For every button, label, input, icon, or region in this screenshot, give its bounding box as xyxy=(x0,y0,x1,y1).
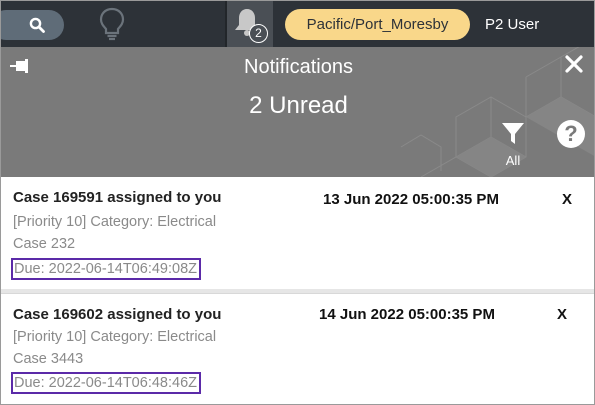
notification-case: Case 232 xyxy=(13,236,76,252)
notifications-header: Notifications 2 Unread All ? xyxy=(1,47,594,177)
notification-title: Case 169591 assigned to you xyxy=(13,189,222,206)
notification-due-date: Due: 2022-06-14T06:49:08Z xyxy=(11,258,201,280)
close-icon[interactable] xyxy=(564,54,584,74)
search-button[interactable] xyxy=(1,10,64,40)
notification-count-badge: 2 xyxy=(249,24,268,43)
unread-count: 2 Unread xyxy=(249,92,348,119)
user-menu[interactable]: P2 User xyxy=(485,9,539,40)
notification-due-date: Due: 2022-06-14T06:48:46Z xyxy=(11,372,201,394)
dismiss-button[interactable]: X xyxy=(562,191,572,208)
notification-item[interactable]: Case 169602 assigned to you 14 Jun 2022 … xyxy=(1,293,594,404)
panel-title: Notifications xyxy=(244,56,353,78)
notification-item[interactable]: Case 169591 assigned to you 13 Jun 2022 … xyxy=(1,177,594,289)
search-icon xyxy=(29,17,45,33)
timezone-button[interactable]: Pacific/Port_Moresby xyxy=(285,9,470,40)
notification-datetime: 14 Jun 2022 05:00:35 PM xyxy=(319,306,495,323)
notification-datetime: 13 Jun 2022 05:00:35 PM xyxy=(323,191,499,208)
lightbulb-icon[interactable] xyxy=(99,7,125,41)
dismiss-button[interactable]: X xyxy=(557,306,567,323)
notifications-bell-button[interactable]: 2 xyxy=(225,1,273,47)
notification-case: Case 3443 xyxy=(13,351,84,367)
filter-label[interactable]: All xyxy=(497,153,529,168)
top-bar: 2 Pacific/Port_Moresby P2 User xyxy=(1,1,594,47)
notifications-window: 2 Pacific/Port_Moresby P2 User Notificat… xyxy=(0,0,595,405)
filter-icon[interactable] xyxy=(501,121,525,147)
notification-category: [Priority 10] Category: Electrical xyxy=(13,214,217,230)
help-icon[interactable]: ? xyxy=(557,120,585,148)
notification-category: [Priority 10] Category: Electrical xyxy=(13,329,217,345)
notification-title: Case 169602 assigned to you xyxy=(13,306,222,323)
